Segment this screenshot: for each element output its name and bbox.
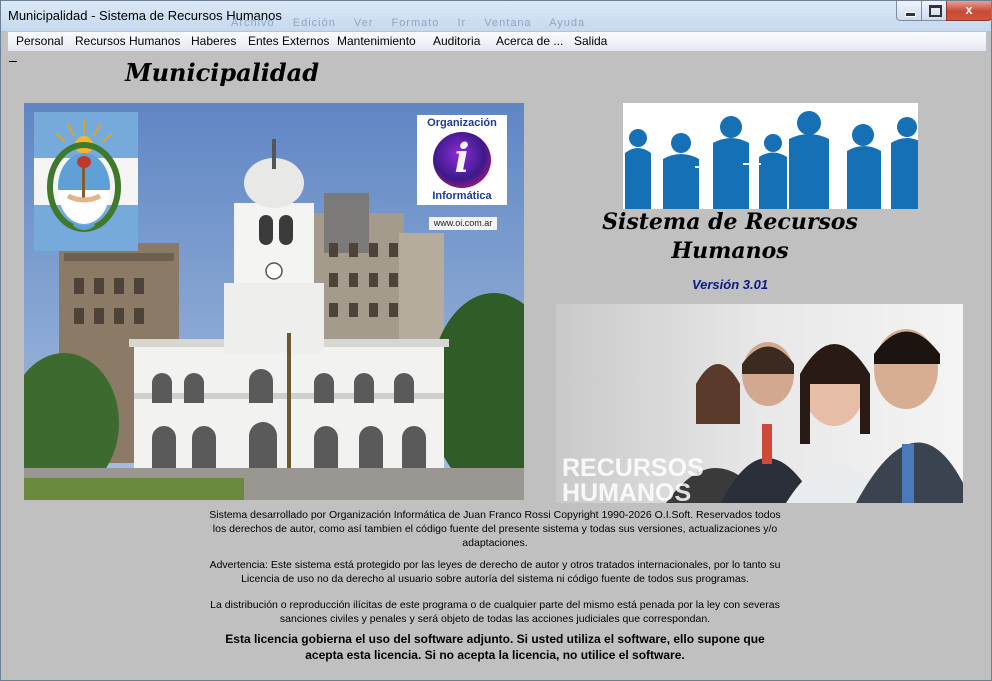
ghost-menu-item: Ir [457,17,467,29]
title-bar[interactable]: Municipalidad - Sistema de Recursos Huma… [1,1,991,31]
logo-line1: Organización [427,117,497,129]
argentina-emblem [34,112,138,251]
legal-distribution: La distribución o reproducción ilícitas … [210,599,780,625]
ghost-menu-item: Formato [391,17,440,29]
version-label: Versión 3.01 [691,277,769,292]
logo-circle: i [433,132,491,188]
maximize-button[interactable] [921,1,948,21]
minimize-button[interactable] [896,1,923,21]
ghost-menu-item: Ventana [484,17,532,29]
main-window: Municipalidad - Sistema de Recursos Huma… [0,0,992,681]
ghost-menu: Archivo Edición Ver Formato Ir Ventana A… [231,17,599,29]
menu-auditoria[interactable]: Auditoria [433,34,480,48]
mdi-marker [9,61,17,62]
main-content: Municipalidad Organización i Informática… [7,52,985,674]
maximize-icon [929,5,942,17]
system-name: Sistema de Recursos Humanos [602,209,858,264]
cabildo-photo: Organización i Informática www.oi.com.ar [24,103,524,500]
menu-acerca-de[interactable]: Acerca de ... [496,34,563,48]
minimize-icon [905,12,916,17]
license-notice: Esta licencia gobierna el uso del softwa… [225,632,765,662]
legal-copyright: Sistema desarrollado por Organización In… [209,509,781,549]
ghost-menu-item: Ver [353,17,374,29]
coat-of-arms-icon [47,120,121,232]
ghost-menu-item: Edición [292,17,336,29]
logo-i-icon: i [454,135,470,182]
menu-bar: Personal Recursos Humanos Haberes Entes … [7,31,987,52]
menu-salida[interactable]: Salida [574,34,607,48]
ghost-menu-item: Archivo [231,17,275,29]
team-photo-illustration: RECURSOS HUMANOS [556,304,963,503]
ghost-menu-item: Ayuda [549,17,586,29]
legal-warning: Advertencia: Este sistema está protegido… [209,559,781,585]
silhouettes-image [623,103,918,209]
people-silhouettes-icon [625,111,918,209]
menu-personal[interactable]: Personal [16,34,63,48]
logo-url: www.oi.com.ar [429,217,497,230]
logo-line2: Informática [432,190,492,202]
menu-mantenimiento[interactable]: Mantenimiento [337,34,416,48]
banner-line1: RECURSOS [562,454,704,482]
menu-recursos-humanos[interactable]: Recursos Humanos [75,34,180,48]
recursos-humanos-photo: RECURSOS HUMANOS [556,304,963,503]
close-icon: x [965,2,973,17]
oi-logo: Organización i Informática [417,115,507,205]
banner-line2: HUMANOS [562,479,691,503]
page-title: Municipalidad [125,58,319,87]
close-button[interactable]: x [946,1,991,21]
menu-entes-externos[interactable]: Entes Externos [248,34,329,48]
menu-haberes[interactable]: Haberes [191,34,236,48]
